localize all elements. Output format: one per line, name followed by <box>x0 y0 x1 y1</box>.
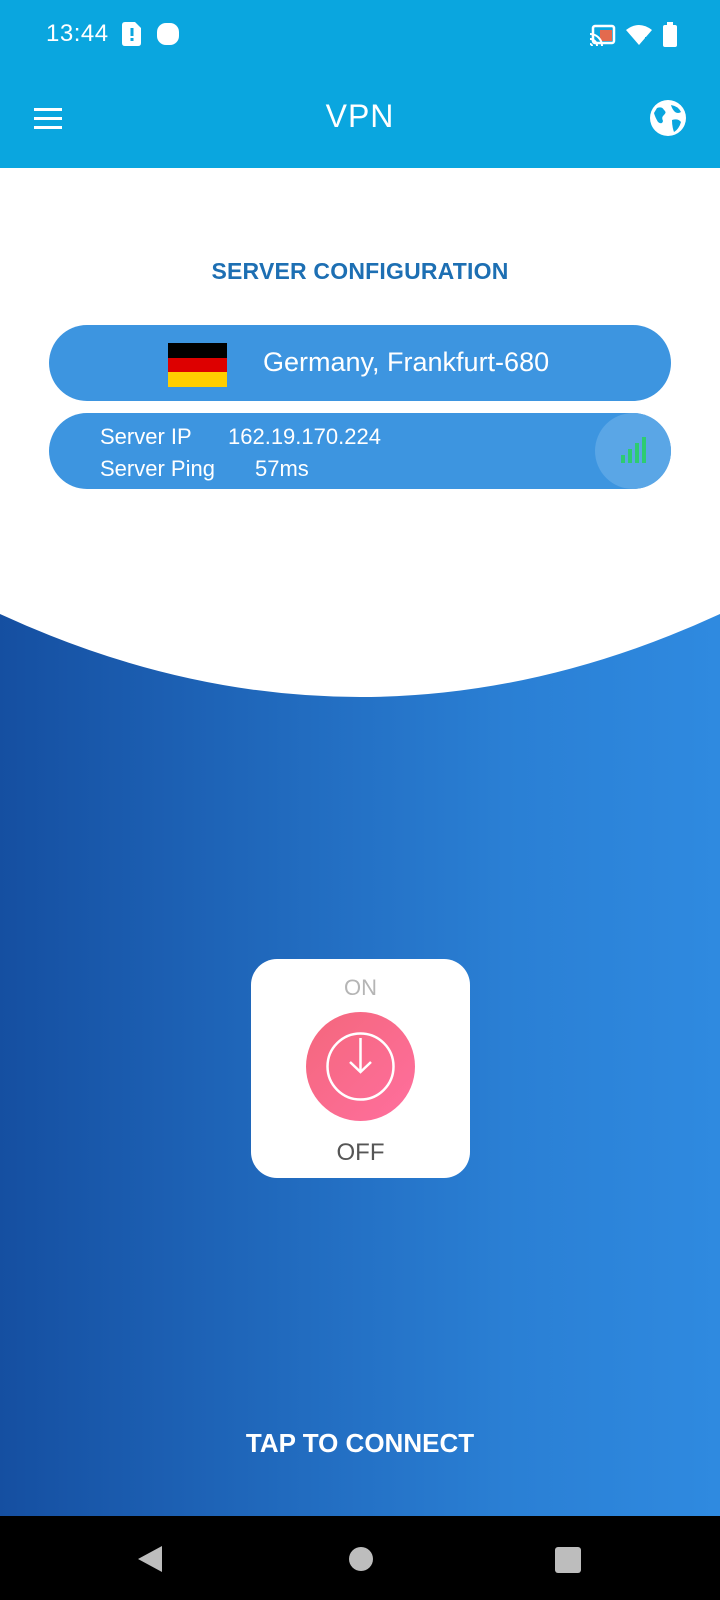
sim-card-icon <box>122 22 142 51</box>
status-bar: 13:44 <box>0 0 720 72</box>
system-navigation-bar <box>0 1516 720 1600</box>
power-button[interactable] <box>306 1012 415 1121</box>
server-info-panel: Server IP 162.19.170.224 Server Ping 57m… <box>49 413 671 489</box>
home-icon[interactable] <box>348 1546 374 1577</box>
server-ping-row: Server Ping 57ms <box>100 456 309 482</box>
signal-bars-icon <box>621 437 646 463</box>
status-right-icons <box>589 22 678 53</box>
server-location-button[interactable]: Germany, Frankfurt-680 <box>49 325 671 401</box>
wifi-icon <box>626 24 652 51</box>
server-ping-label: Server Ping <box>100 456 215 481</box>
server-ip-row: Server IP 162.19.170.224 <box>100 424 381 450</box>
notification-dot-icon <box>156 22 180 51</box>
battery-icon <box>662 22 678 53</box>
power-toggle-card: ON OFF <box>251 959 470 1178</box>
server-ip-label: Server IP <box>100 424 192 449</box>
status-left-icons <box>122 22 180 51</box>
power-on-label: ON <box>344 975 377 1000</box>
back-icon[interactable] <box>136 1544 164 1579</box>
app-title: VPN <box>325 98 395 134</box>
power-download-icon <box>326 1032 395 1101</box>
server-location-label: Germany, Frankfurt-680 <box>263 347 550 377</box>
server-configuration-heading: SERVER CONFIGURATION <box>211 258 509 284</box>
power-off-label: OFF <box>336 1139 385 1166</box>
status-time: 13:44 <box>46 20 109 47</box>
app-bar: VPN <box>0 72 720 168</box>
tap-to-connect-label[interactable]: TAP TO CONNECT <box>0 1428 720 1459</box>
server-ping-value: 57ms <box>255 456 309 481</box>
recent-apps-icon[interactable] <box>554 1546 582 1579</box>
signal-strength-button[interactable] <box>595 413 671 489</box>
server-ip-value: 162.19.170.224 <box>228 424 381 449</box>
vpn-screen: 13:44 VPN SERVER CONFIGURATION Germany, … <box>0 0 720 1600</box>
germany-flag-icon <box>168 343 227 387</box>
globe-icon[interactable] <box>648 98 688 138</box>
curve-divider <box>0 590 720 697</box>
cast-icon <box>589 24 616 51</box>
